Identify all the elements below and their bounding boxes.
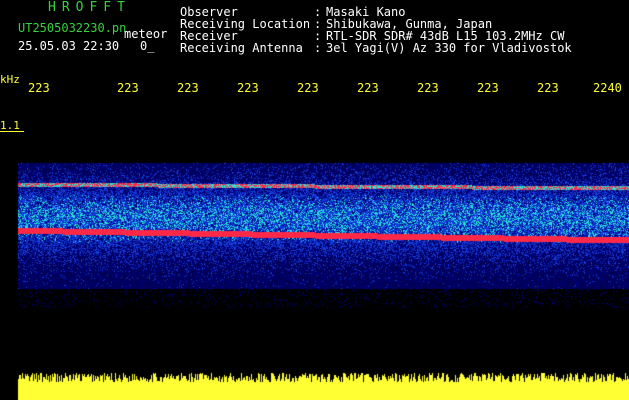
time-tick-label: 223	[477, 81, 499, 95]
hrofft-screen: HROFFT UT2505032230.pn meteor 25.05.03 2…	[0, 0, 629, 400]
brand-title: HROFFT	[48, 0, 131, 15]
antenna-label: Receiving Antenna	[180, 41, 303, 55]
time-tick-label: 223	[177, 81, 199, 95]
amplitude-bar	[0, 372, 629, 400]
unit-label: kHz	[0, 73, 20, 86]
file-name: UT2505032230.pn	[18, 21, 127, 35]
time-tick-label: 223	[117, 81, 139, 95]
spectrogram	[0, 158, 629, 373]
freq-tick-mark	[0, 131, 24, 132]
datetime: 25.05.03 22:30	[18, 39, 120, 53]
time-tick-label: 223	[357, 81, 379, 95]
antenna-value: 3el Yagi(V) Az 330 for Vladivostok	[326, 41, 572, 55]
time-tick-label: 223	[417, 81, 439, 95]
time-tick-label: 223	[28, 81, 50, 95]
time-tick-label: 223	[297, 81, 319, 95]
meteor-count: 0_	[140, 39, 155, 53]
time-tick-label: 223	[537, 81, 559, 95]
time-tick-label: 223	[237, 81, 259, 95]
time-tick-label: 2240	[593, 81, 622, 95]
